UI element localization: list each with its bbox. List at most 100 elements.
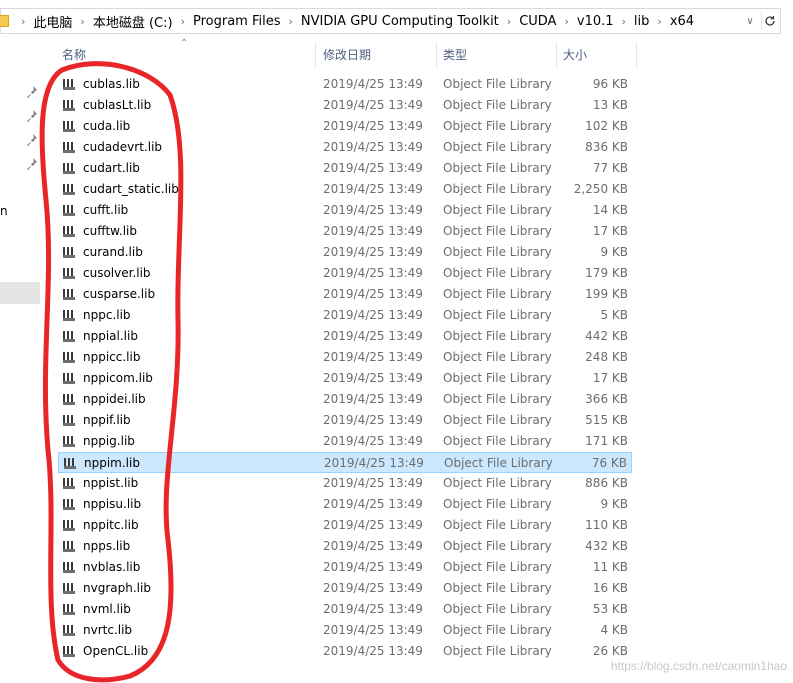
file-row[interactable]: nvml.lib 2019/4/25 13:49 Object File Libra… <box>58 599 632 620</box>
file-row[interactable]: nppim.lib 2019/4/25 13:49 Object File Libr… <box>58 452 632 473</box>
file-row[interactable]: cufftw.lib 2019/4/25 13:49 Object File Lib… <box>58 221 632 242</box>
chevron-right-icon[interactable]: › <box>21 16 25 27</box>
file-size: 77 KB <box>592 161 628 175</box>
file-row[interactable]: nppicc.lib 2019/4/25 13:49 Object File Lib… <box>58 347 632 368</box>
file-row[interactable]: nppidei.lib 2019/4/25 13:49 Object File Li… <box>58 389 632 410</box>
file-row[interactable]: nppitc.lib 2019/4/25 13:49 Object File Lib… <box>58 515 632 536</box>
file-row[interactable]: cuda.lib 2019/4/25 13:49 Object File Libra… <box>58 116 632 137</box>
column-header-modified[interactable]: 修改日期 <box>323 44 371 66</box>
file-row[interactable]: cusolver.lib 2019/4/25 13:49 Object File L… <box>58 263 632 284</box>
file-row[interactable]: nppial.lib 2019/4/25 13:49 Object File Lib… <box>58 326 632 347</box>
file-modified-date: 2019/4/25 13:49 <box>323 266 423 280</box>
pin-icon[interactable] <box>27 158 37 170</box>
lib-file-icon <box>63 247 75 258</box>
file-name: cusolver.lib <box>83 266 151 280</box>
file-row[interactable]: cublasLt.lib 2019/4/25 13:49 Object File L… <box>58 95 632 116</box>
pin-icon[interactable] <box>27 134 37 146</box>
chevron-right-icon[interactable]: › <box>622 16 626 27</box>
file-size: 2,250 KB <box>573 182 628 196</box>
nav-selected-item[interactable] <box>0 282 40 304</box>
breadcrumb-this-pc[interactable]: 此电脑 <box>33 12 72 31</box>
file-size: 102 KB <box>585 119 628 133</box>
file-name: nppim.lib <box>84 456 140 470</box>
breadcrumb-x64[interactable]: x64 <box>670 14 694 29</box>
file-row[interactable]: cufft.lib 2019/4/25 13:49 Object File Libr… <box>58 200 632 221</box>
pin-icon[interactable] <box>27 86 37 98</box>
watermark: https://blog.csdn.net/caomin1hao <box>610 659 787 673</box>
file-type: Object File Library <box>443 140 552 154</box>
file-row[interactable]: nppif.lib 2019/4/25 13:49 Object File Libr… <box>58 410 632 431</box>
column-header-size[interactable]: 大小 <box>563 44 587 66</box>
lib-file-icon <box>63 436 75 447</box>
lib-file-icon <box>63 499 75 510</box>
file-name: nppicc.lib <box>83 350 141 364</box>
chevron-right-icon[interactable]: › <box>288 16 292 27</box>
file-type: Object File Library <box>443 224 552 238</box>
file-name: cufft.lib <box>83 203 129 217</box>
breadcrumb-version[interactable]: v10.1 <box>577 14 614 29</box>
refresh-icon[interactable] <box>761 12 778 30</box>
file-type: Object File Library <box>443 350 552 364</box>
file-modified-date: 2019/4/25 13:49 <box>323 371 423 385</box>
file-row[interactable]: nppist.lib 2019/4/25 13:49 Object File Lib… <box>58 473 632 494</box>
address-bar[interactable]: › 此电脑 › 本地磁盘 (C:) › Program Files › NVID… <box>0 8 781 34</box>
lib-file-icon <box>63 121 75 132</box>
breadcrumb-nvidia-toolkit[interactable]: NVIDIA GPU Computing Toolkit <box>301 14 499 29</box>
breadcrumb-cuda[interactable]: CUDA <box>519 14 556 29</box>
chevron-right-icon[interactable]: › <box>564 16 568 27</box>
column-divider[interactable] <box>556 42 557 68</box>
chevron-right-icon[interactable]: › <box>80 16 84 27</box>
file-type: Object File Library <box>443 560 552 574</box>
file-type: Object File Library <box>443 329 552 343</box>
column-header-type[interactable]: 类型 <box>443 44 467 66</box>
file-name: nppc.lib <box>83 308 131 322</box>
file-row[interactable]: cublas.lib 2019/4/25 13:49 Object File Lib… <box>58 74 632 95</box>
lib-file-icon <box>64 458 76 469</box>
file-modified-date: 2019/4/25 13:49 <box>323 644 423 658</box>
chevron-right-icon[interactable]: › <box>657 16 661 27</box>
column-divider[interactable] <box>436 42 437 68</box>
file-row[interactable]: nppig.lib 2019/4/25 13:49 Object File Libr… <box>58 431 632 452</box>
file-row[interactable]: nvblas.lib 2019/4/25 13:49 Object File Lib… <box>58 557 632 578</box>
file-row[interactable]: nvgraph.lib 2019/4/25 13:49 Object File Li… <box>58 578 632 599</box>
file-name: nppial.lib <box>83 329 138 343</box>
column-divider[interactable] <box>315 42 316 68</box>
file-size: 13 KB <box>592 98 628 112</box>
breadcrumb-lib[interactable]: lib <box>634 14 649 29</box>
file-type: Object File Library <box>443 434 552 448</box>
file-name: OpenCL.lib <box>83 644 149 658</box>
nav-item-fragment[interactable]: n <box>0 204 8 218</box>
file-size: 366 KB <box>585 392 628 406</box>
file-row[interactable]: cusparse.lib 2019/4/25 13:49 Object File L… <box>58 284 632 305</box>
chevron-right-icon[interactable]: › <box>507 16 511 27</box>
file-row[interactable]: curand.lib 2019/4/25 13:49 Object File Lib… <box>58 242 632 263</box>
address-dropdown-icon[interactable]: ∨ <box>742 13 758 29</box>
file-row[interactable]: cudadevrt.lib 2019/4/25 13:49 Object File … <box>58 137 632 158</box>
file-row[interactable]: nppc.lib 2019/4/25 13:49 Object File Libra… <box>58 305 632 326</box>
file-row[interactable]: cudart_static.lib 2019/4/25 13:49 Object F… <box>58 179 632 200</box>
file-size: 96 KB <box>592 77 628 91</box>
file-row[interactable]: cudart.lib 2019/4/25 13:49 Object File Lib… <box>58 158 632 179</box>
column-header-name[interactable]: 名称 <box>62 44 86 66</box>
file-type: Object File Library <box>443 497 552 511</box>
file-size: 886 KB <box>585 476 628 490</box>
breadcrumb-local-disk[interactable]: 本地磁盘 (C:) <box>93 12 173 31</box>
lib-file-icon <box>63 163 75 174</box>
chevron-right-icon[interactable]: › <box>181 16 185 27</box>
file-modified-date: 2019/4/25 13:49 <box>323 119 423 133</box>
file-row[interactable]: npps.lib 2019/4/25 13:49 Object File Libra… <box>58 536 632 557</box>
column-divider[interactable] <box>636 42 637 68</box>
lib-file-icon <box>63 562 75 573</box>
breadcrumb-program-files[interactable]: Program Files <box>193 14 281 29</box>
file-size: 5 KB <box>600 308 628 322</box>
file-row[interactable]: nppicom.lib 2019/4/25 13:49 Object File Li… <box>58 368 632 389</box>
file-row[interactable]: nppisu.lib 2019/4/25 13:49 Object File Lib… <box>58 494 632 515</box>
pin-icon[interactable] <box>27 110 37 122</box>
file-row[interactable]: OpenCL.lib 2019/4/25 13:49 Object File Lib… <box>58 641 632 662</box>
file-name: cublasLt.lib <box>83 98 152 112</box>
file-modified-date: 2019/4/25 13:49 <box>323 413 423 427</box>
file-size: 432 KB <box>585 539 628 553</box>
file-row[interactable]: nvrtc.lib 2019/4/25 13:49 Object File Libr… <box>58 620 632 641</box>
lib-file-icon <box>63 541 75 552</box>
file-name: nppisu.lib <box>83 497 142 511</box>
